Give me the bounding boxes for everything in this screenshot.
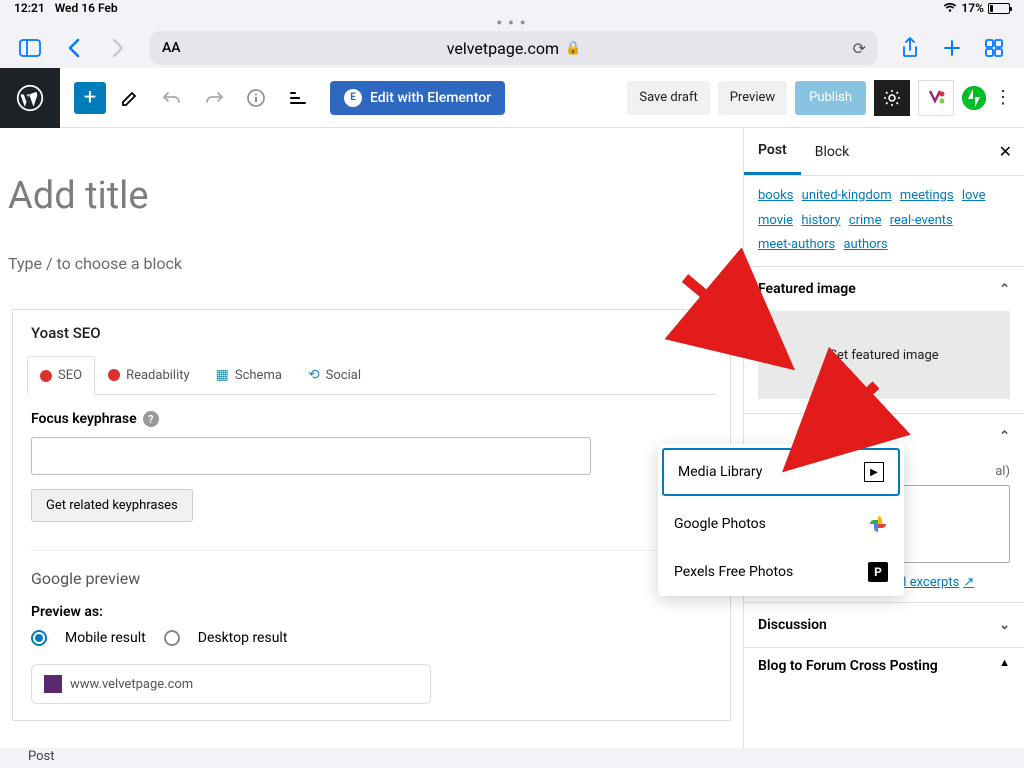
publish-button[interactable]: Publish [795,81,866,115]
more-options-button[interactable]: ⋮ [994,87,1012,108]
wp-editor-toolbar: + E Edit with Elementor Save draft Previ… [0,68,1024,128]
yoast-tabs: SEO Readability ▦Schema ⟲Social [27,356,716,395]
jetpack-icon[interactable] [962,86,986,110]
tag-link[interactable]: love [962,188,986,203]
annotation-arrow [680,273,790,372]
get-related-keyphrases-button[interactable]: Get related keyphrases [31,489,193,522]
post-title-input[interactable]: Add title [0,128,743,218]
close-sidebar-button[interactable]: ✕ [999,142,1012,161]
desktop-result-radio[interactable] [164,630,180,646]
yoast-seo-panel: Yoast SEO ▲ SEO Readability ▦Schema ⟲Soc… [12,309,731,721]
tag-link[interactable]: meetings [900,188,954,203]
save-draft-button[interactable]: Save draft [627,81,709,115]
elementor-icon: E [344,89,362,107]
edit-mode-button[interactable] [112,80,148,116]
yoast-tab-social[interactable]: ⟲Social [295,356,374,394]
preview-button[interactable]: Preview [718,81,787,115]
yoast-tab-readability[interactable]: Readability [95,356,203,394]
sidebar-toggle-button[interactable] [12,32,48,64]
chevron-up-icon: ⌃ [999,429,1010,444]
reader-aa-icon[interactable]: AA [162,40,181,56]
sidebar-tabs: Post Block ✕ [744,128,1024,176]
block-placeholder[interactable]: Type / to choose a block [0,218,743,273]
external-link-icon: ↗ [963,575,974,590]
desktop-result-label: Desktop result [198,630,288,646]
google-preview-card: www.velvetpage.com [31,664,431,704]
share-button[interactable] [892,32,928,64]
wordpress-logo[interactable] [0,68,60,128]
safari-toolbar: AA velvetpage.com 🔒 ⟳ [0,28,1024,68]
sidebar-tab-block[interactable]: Block [801,130,864,174]
yoast-tab-schema[interactable]: ▦Schema [203,356,295,394]
back-button[interactable] [56,32,92,64]
status-dot-icon [108,369,120,381]
battery-icon [988,3,1010,14]
share-icon: ⟲ [308,367,320,383]
yoast-panel-header[interactable]: Yoast SEO ▲ [13,310,730,356]
battery-percent: 17% [961,1,984,15]
lock-icon: 🔒 [565,41,581,56]
new-tab-button[interactable] [934,32,970,64]
edit-with-elementor-button[interactable]: E Edit with Elementor [330,81,505,115]
tag-suggestions: books united-kingdom meetings love movie… [744,176,1024,266]
tag-link[interactable]: books [758,188,793,203]
url-text: velvetpage.com [447,39,559,58]
discussion-section-header[interactable]: Discussion⌄ [744,602,1024,647]
outline-button[interactable] [280,80,316,116]
pexels-icon: P [868,562,888,582]
focus-keyphrase-input[interactable] [31,437,591,475]
wifi-icon [943,3,957,13]
annotation-arrow [786,380,886,474]
tag-link[interactable]: crime [849,213,882,228]
mobile-result-radio[interactable] [31,630,47,646]
blog-forum-section-header[interactable]: Blog to Forum Cross Posting ▲ [744,647,1024,684]
add-block-button[interactable]: + [74,82,106,114]
tag-link[interactable]: history [801,213,840,228]
chevron-up-icon: ⌃ [999,282,1010,297]
ipad-status-bar: 12:21 Wed 16 Feb 17% [0,0,1024,16]
favicon-icon [44,675,62,693]
address-bar[interactable]: AA velvetpage.com 🔒 ⟳ [150,31,878,65]
help-icon[interactable]: ? [143,411,159,427]
sidebar-tab-post[interactable]: Post [744,128,801,175]
google-preview-header[interactable]: Google preview ⌃ [31,550,712,588]
info-button[interactable] [238,80,274,116]
editor-canvas[interactable]: Add title Type / to choose a block + Yoa… [0,128,744,748]
undo-button[interactable] [154,80,190,116]
tag-link[interactable]: meet-authors [758,237,835,252]
yoast-tab-seo[interactable]: SEO [27,356,95,395]
tag-link[interactable]: united-kingdom [802,188,892,203]
status-dot-icon [40,370,52,382]
preview-as-label: Preview as: [31,604,712,620]
focus-keyphrase-label: Focus keyphrase ? [31,411,712,427]
status-date: Wed 16 Feb [55,1,118,15]
tag-link[interactable]: movie [758,213,793,228]
forward-button [100,32,136,64]
tag-link[interactable]: authors [843,237,887,252]
chevron-up-icon: ▲ [999,656,1010,669]
yoast-status-button[interactable] [918,80,954,116]
settings-gear-button[interactable] [874,80,910,116]
tabs-button[interactable] [976,32,1012,64]
mobile-result-label: Mobile result [65,630,146,646]
tag-link[interactable]: real-events [890,213,953,228]
google-photos-option[interactable]: Google Photos [658,500,904,548]
google-photos-icon [868,514,888,534]
status-time: 12:21 [14,1,45,15]
multitask-pill[interactable]: ● ● ● [0,16,1024,28]
chevron-down-icon: ⌄ [999,618,1010,633]
reload-button[interactable]: ⟳ [853,39,866,58]
bottom-post-label: Post [28,749,55,764]
schema-icon: ▦ [216,367,229,383]
pexels-option[interactable]: Pexels Free Photos P [658,548,904,596]
redo-button[interactable] [196,80,232,116]
